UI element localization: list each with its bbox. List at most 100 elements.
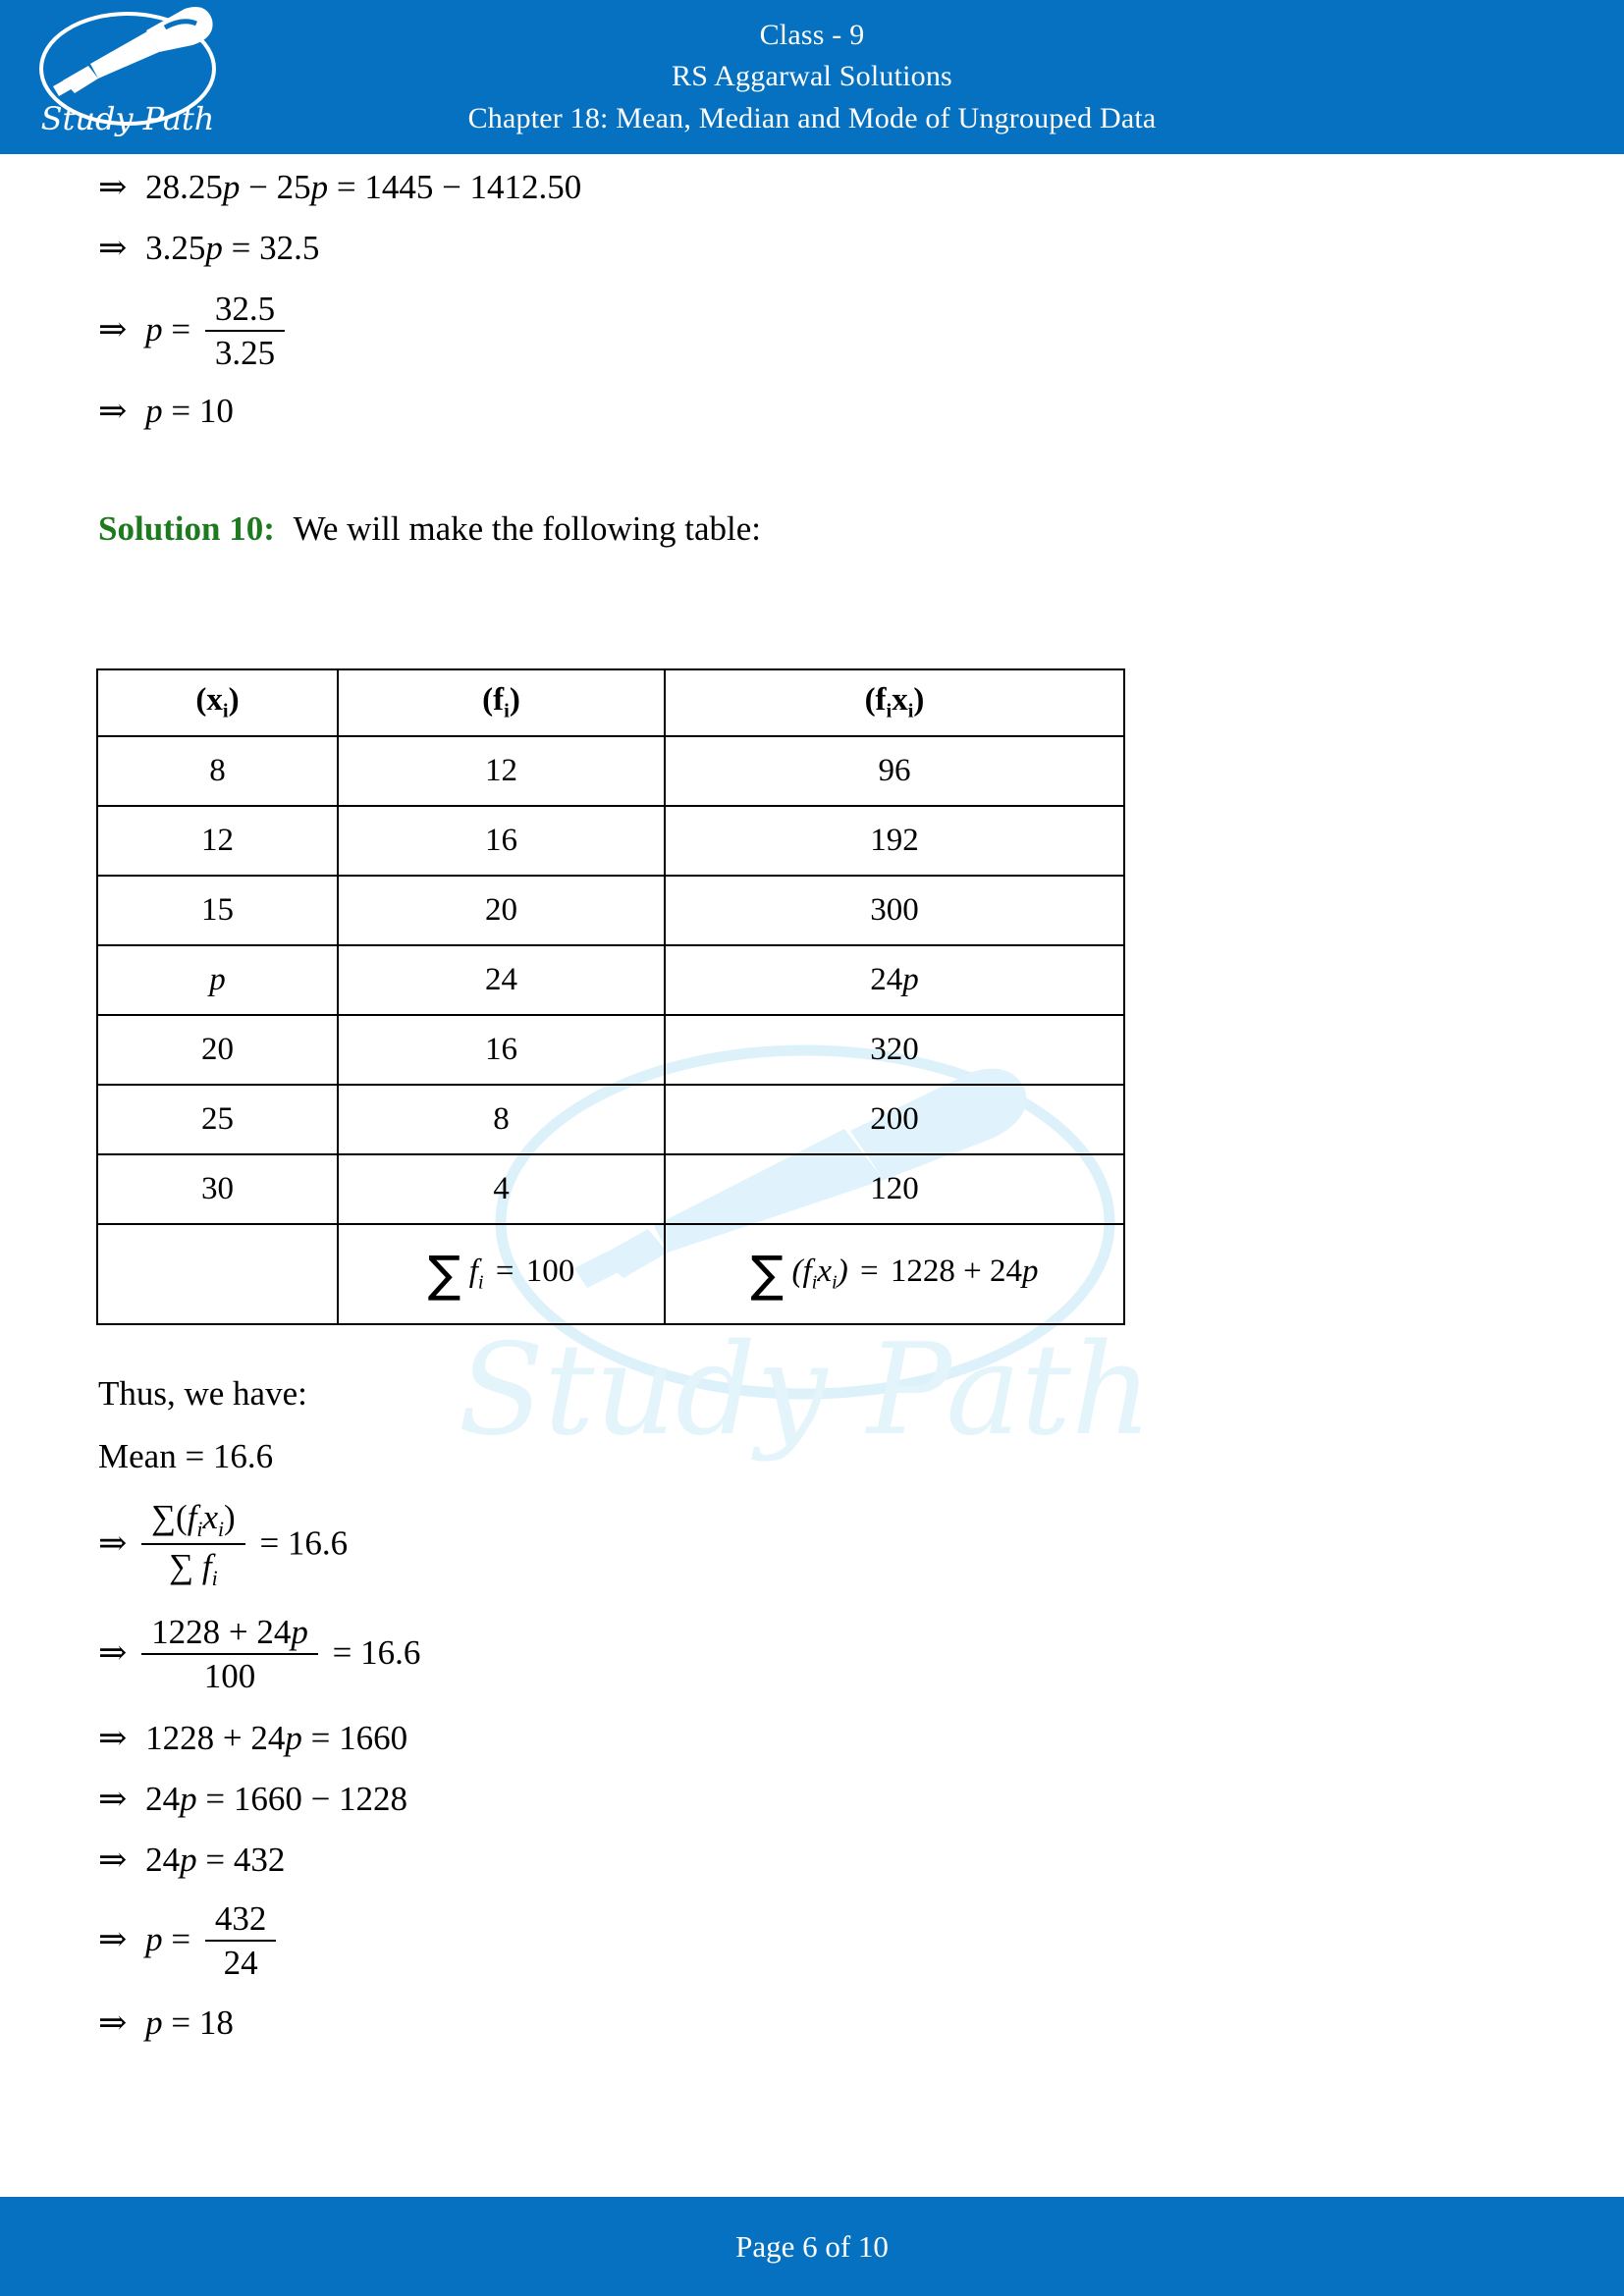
- implies-arrow-7: ⇒: [98, 1718, 128, 1757]
- equation-line-5: ⇒ 1228 + 24p = 1660: [0, 1719, 1624, 1758]
- implies-arrow-6: ⇒: [98, 1632, 128, 1672]
- summation-symbol: ∑: [750, 1246, 785, 1304]
- equation-mean-ratio: ⇒ ∑(fixi) ∑ fi = 16.6: [0, 1498, 1624, 1593]
- fraction-numerator: 32.5: [214, 290, 276, 328]
- cell-total-fixi: ∑ (fixi) = 1228 + 24p: [664, 1223, 1125, 1325]
- cell-fi: 16: [337, 805, 666, 877]
- implies-arrow-1: ⇒: [98, 168, 128, 206]
- equation-rhs-5: = 16.6: [259, 1523, 349, 1563]
- cell-fi: 20: [337, 875, 666, 946]
- solution-intro-text: We will make the following table:: [293, 509, 762, 549]
- table-row: 25 8 200: [96, 1084, 1125, 1155]
- fraction-432-over-24: 432 24: [204, 1898, 277, 1982]
- table-header-fi: (fi): [337, 668, 666, 737]
- frequency-table: (xi) (fi) (fixi) 8 12 96 12 16 192 15 20…: [96, 668, 1125, 1325]
- table-total-row: ∑ fi = 100 ∑ (fixi) = 1228 + 24p: [96, 1223, 1125, 1325]
- cell-fixi: 96: [664, 735, 1125, 807]
- cell-xi: p: [96, 944, 339, 1016]
- total-fixi-value: 1228 + 24p: [890, 1254, 1039, 1290]
- total-fixi-expr: (fixi): [791, 1254, 848, 1294]
- equation-lhs-final: p =: [145, 1920, 191, 1959]
- fraction-denominator: 100: [141, 1652, 318, 1695]
- fraction-32-5-over-3-25: 32.5 3.25: [204, 290, 286, 372]
- cell-xi: 12: [96, 805, 339, 877]
- fraction-denominator: ∑ fi: [141, 1543, 245, 1590]
- equation-line-4: ⇒ p = 10: [0, 392, 1624, 431]
- equation-text-7: 24p = 432: [145, 1840, 286, 1879]
- cell-fixi: 320: [664, 1014, 1125, 1086]
- total-fixi-equals: =: [859, 1254, 879, 1290]
- cell-fixi: 120: [664, 1153, 1125, 1225]
- implies-arrow-4: ⇒: [98, 392, 128, 431]
- page-footer: Page 6 of 10: [0, 2197, 1624, 2296]
- equation-text-final: p = 18: [145, 2003, 234, 2043]
- equation-line-1: ⇒ 28.25p − 25p = 1445 − 1412.50: [0, 168, 1624, 207]
- cell-xi: 15: [96, 875, 339, 946]
- cell-xi: 8: [96, 735, 339, 807]
- equation-line-7: ⇒ 24p = 432: [0, 1841, 1624, 1880]
- fraction-numerator: 432: [214, 1898, 267, 1938]
- equation-numeric-ratio: ⇒ 1228 + 24p 100 = 16.6: [0, 1613, 1624, 1697]
- cell-fi: 24: [337, 944, 666, 1016]
- header-book-line: RS Aggarwal Solutions: [672, 60, 952, 93]
- implies-arrow-11: ⇒: [98, 2003, 128, 2043]
- cell-total-blank: [96, 1223, 339, 1325]
- table-row: 12 16 192: [96, 805, 1125, 877]
- equation-text-1: 28.25p − 25p = 1445 − 1412.50: [145, 168, 582, 206]
- solution-heading-line: Solution 10: We will make the following …: [0, 509, 1624, 549]
- table-row: 30 4 120: [96, 1153, 1125, 1225]
- total-fi-equals: =: [495, 1254, 514, 1290]
- equation-line-2: ⇒ 3.25p = 32.5: [0, 229, 1624, 268]
- fraction-denominator: 3.25: [204, 330, 286, 372]
- equation-line-6: ⇒ 24p = 1660 − 1228: [0, 1780, 1624, 1819]
- document-page: Study Path Study Path Class - 9 RS Aggar…: [0, 0, 1624, 2296]
- implies-arrow-10: ⇒: [98, 1920, 128, 1959]
- cell-fi: 4: [337, 1153, 666, 1225]
- fraction-1228-24p-over-100: 1228 + 24p 100: [141, 1613, 318, 1695]
- summation-symbol: ∑: [427, 1246, 461, 1304]
- fraction-denominator: 24: [204, 1940, 277, 1982]
- cell-fixi: 300: [664, 875, 1125, 946]
- equation-text-2: 3.25p = 32.5: [145, 229, 320, 267]
- cell-xi: 25: [96, 1084, 339, 1155]
- cell-xi: 30: [96, 1153, 339, 1225]
- solution-label: Solution 10:: [98, 509, 275, 549]
- cell-fixi: 192: [664, 805, 1125, 877]
- frequency-table-wrapper: (xi) (fi) (fixi) 8 12 96 12 16 192 15 20…: [96, 668, 1125, 1325]
- header-title-group: Class - 9 RS Aggarwal Solutions Chapter …: [0, 0, 1624, 154]
- cell-xi: 20: [96, 1014, 339, 1086]
- cell-fi: 16: [337, 1014, 666, 1086]
- implies-arrow-9: ⇒: [98, 1840, 128, 1879]
- cell-total-fi: ∑ fi = 100: [337, 1223, 666, 1325]
- fraction-numerator: ∑(fixi): [151, 1498, 236, 1541]
- total-fi-value: 100: [525, 1254, 575, 1290]
- implies-arrow-2: ⇒: [98, 229, 128, 267]
- table-header-fixi: (fixi): [664, 668, 1125, 737]
- implies-arrow-8: ⇒: [98, 1779, 128, 1818]
- fraction-sum-fixi-over-sum-fi: ∑(fixi) ∑ fi: [141, 1498, 245, 1591]
- page-content: ⇒ 28.25p − 25p = 1445 − 1412.50 ⇒ 3.25p …: [0, 154, 1624, 549]
- equation-text-6: 24p = 1660 − 1228: [145, 1779, 408, 1818]
- equation-rhs-6: = 16.6: [332, 1632, 421, 1672]
- cell-fi: 12: [337, 735, 666, 807]
- equation-lhs-3: p =: [145, 310, 191, 349]
- equation-text-5: 1228 + 24p = 1660: [145, 1718, 408, 1757]
- table-row: 20 16 320: [96, 1014, 1125, 1086]
- mean-line: Mean = 16.6: [98, 1437, 274, 1475]
- implies-arrow-3: ⇒: [98, 310, 128, 349]
- table-row: 15 20 300: [96, 875, 1125, 946]
- equation-line-3: ⇒ p = 32.5 3.25: [0, 290, 1624, 374]
- equation-text-4: p = 10: [145, 392, 234, 431]
- table-header-row: (xi) (fi) (fixi): [96, 668, 1125, 737]
- total-fi-expr: fi: [468, 1254, 484, 1294]
- cell-fixi: 24p: [664, 944, 1125, 1016]
- equation-line-final: ⇒ p = 18: [0, 2003, 1624, 2043]
- equation-p-fraction: ⇒ p = 432 24: [0, 1898, 1624, 1984]
- fraction-numerator: 1228 + 24p: [151, 1612, 308, 1651]
- thus-line: Thus, we have:: [98, 1374, 307, 1413]
- page-content-lower: Thus, we have: Mean = 16.6 ⇒ ∑(fixi) ∑ f…: [0, 1374, 1624, 2043]
- table-header-xi: (xi): [96, 668, 339, 737]
- header-chapter-line: Chapter 18: Mean, Median and Mode of Ung…: [467, 101, 1157, 134]
- table-row: 8 12 96: [96, 735, 1125, 807]
- header-class-line: Class - 9: [759, 18, 865, 51]
